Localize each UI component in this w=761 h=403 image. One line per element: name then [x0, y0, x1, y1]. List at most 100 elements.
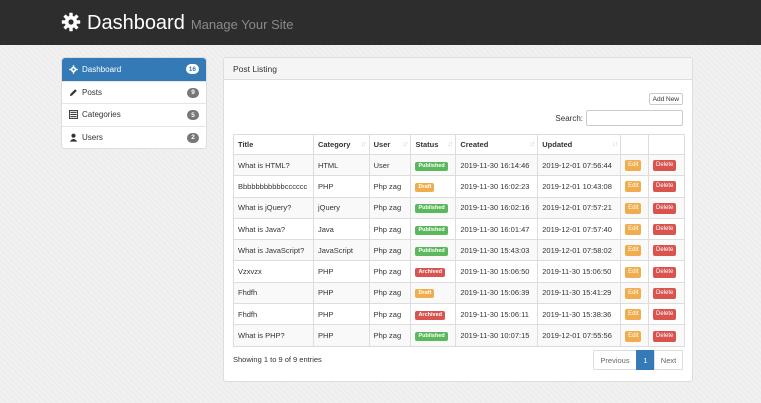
- sidebar-item-users[interactable]: Users 2: [62, 125, 206, 149]
- next-button[interactable]: Next: [654, 350, 683, 370]
- title-cell: What is PHP?: [233, 324, 314, 347]
- table-row: What is PHP? PHP Php zag Published 2019-11-3…: [233, 324, 685, 347]
- search-input[interactable]: [586, 110, 683, 126]
- edit-button[interactable]: Edit: [625, 224, 642, 236]
- edit-cell: Edit: [620, 175, 650, 198]
- delete-button[interactable]: Delete: [653, 160, 677, 172]
- sidebar-item-dashboard[interactable]: Dashboard 16: [62, 58, 206, 81]
- title-cell: What is jQuery?: [233, 196, 314, 219]
- updated-cell: 2019-11-30 15:38:36: [537, 303, 622, 326]
- add-new-button[interactable]: Add New: [648, 93, 683, 105]
- created-cell: 2019-11-30 15:43:03: [455, 239, 539, 262]
- pencil-icon: [69, 88, 78, 97]
- sidebar-item-categories[interactable]: Categories 5: [62, 103, 206, 126]
- edit-cell: Edit: [620, 196, 650, 219]
- status-cell: Published: [410, 217, 457, 241]
- previous-button[interactable]: Previous: [593, 350, 637, 370]
- delete-button[interactable]: Delete: [653, 287, 677, 299]
- user-cell: Php zag: [368, 175, 412, 198]
- column-header-category[interactable]: Category ↓↑: [312, 134, 370, 155]
- title-cell: What is HTML?: [233, 153, 314, 177]
- column-header-updated[interactable]: Updated ↓↑: [537, 134, 622, 155]
- posts-table: Title Category ↓↑ User ↓↑ Status ↓↑ Created…: [233, 134, 685, 347]
- status-badge: Archived: [415, 268, 445, 278]
- user-cell: Php zag: [368, 196, 412, 219]
- status-badge: Draft: [415, 289, 435, 299]
- edit-button[interactable]: Edit: [625, 330, 642, 342]
- edit-button[interactable]: Edit: [625, 245, 642, 257]
- delete-button[interactable]: Delete: [653, 330, 677, 342]
- delete-cell: Delete: [648, 153, 685, 177]
- column-header-created[interactable]: Created ↓↑: [455, 134, 539, 155]
- edit-button[interactable]: Edit: [625, 287, 642, 299]
- app-subtitle: Manage Your Site: [190, 17, 294, 32]
- column-header-title[interactable]: Title: [233, 134, 314, 155]
- status-cell: Published: [410, 239, 457, 262]
- status-badge: Published: [415, 161, 448, 171]
- category-cell: Java: [312, 217, 370, 241]
- title-cell: Bbbbbbbbbbbcccccc: [233, 175, 314, 198]
- entries-info: Showing 1 to 9 of 9 entries: [233, 355, 322, 364]
- column-header-user[interactable]: User ↓↑: [368, 134, 412, 155]
- brand[interactable]: Dashboard Manage Your Site: [61, 9, 293, 35]
- table-row: Bbbbbbbbbbbcccccc PHP Php zag Draft 2019-11-…: [233, 175, 685, 198]
- title-cell: Fhdfh: [233, 281, 314, 305]
- column-header-status[interactable]: Status ↓↑: [410, 134, 457, 155]
- updated-cell: 2019-12-01 07:56:44: [537, 153, 622, 177]
- user-cell: Php zag: [368, 303, 412, 326]
- table-row: What is JavaScript? JavaScript Php zag Publ…: [233, 239, 685, 262]
- delete-button[interactable]: Delete: [653, 224, 677, 236]
- count-badge: 9: [187, 87, 199, 98]
- sidebar-item-posts[interactable]: Posts 9: [62, 80, 206, 104]
- column-header-edit: [620, 134, 650, 155]
- edit-cell: Edit: [620, 239, 650, 262]
- sidebar-item-label: Categories: [82, 110, 121, 120]
- table-row: What is jQuery? jQuery Php zag Published 201…: [233, 196, 685, 219]
- delete-cell: Delete: [648, 303, 685, 326]
- table-row: Vzxvzx PHP Php zag Archived 2019-11-30 15:06…: [233, 260, 685, 283]
- user-cell: Php zag: [368, 281, 412, 305]
- created-cell: 2019-11-30 15:06:39: [455, 281, 539, 305]
- status-badge: Archived: [415, 310, 445, 320]
- category-cell: PHP: [312, 260, 370, 283]
- created-cell: 2019-11-30 16:02:23: [455, 175, 539, 198]
- status-cell: Archived: [410, 260, 457, 283]
- status-badge: Published: [415, 204, 448, 214]
- delete-button[interactable]: Delete: [653, 181, 677, 193]
- edit-button[interactable]: Edit: [625, 181, 642, 193]
- edit-cell: Edit: [620, 153, 650, 177]
- title-cell: What is JavaScript?: [233, 239, 314, 262]
- gear-icon: [69, 65, 78, 74]
- edit-cell: Edit: [620, 217, 650, 241]
- sidebar-item-label: Dashboard: [82, 64, 122, 74]
- category-cell: PHP: [312, 175, 370, 198]
- title-cell: What is Java?: [233, 217, 314, 241]
- created-cell: 2019-11-30 16:02:16: [455, 196, 539, 219]
- count-badge: 2: [187, 132, 199, 143]
- app-title: Dashboard: [87, 12, 185, 34]
- user-cell: Php zag: [368, 217, 412, 241]
- created-cell: 2019-11-30 15:06:50: [455, 260, 539, 283]
- delete-button[interactable]: Delete: [653, 266, 677, 278]
- category-cell: jQuery: [312, 196, 370, 219]
- edit-button[interactable]: Edit: [625, 309, 642, 321]
- delete-button[interactable]: Delete: [653, 202, 677, 214]
- category-cell: JavaScript: [312, 239, 370, 262]
- edit-button[interactable]: Edit: [625, 202, 642, 214]
- edit-button[interactable]: Edit: [625, 160, 642, 172]
- edit-button[interactable]: Edit: [625, 266, 642, 278]
- updated-cell: 2019-11-30 15:06:50: [537, 260, 622, 283]
- title-cell: Vzxvzx: [233, 260, 314, 283]
- page-1-button[interactable]: 1: [636, 350, 655, 370]
- sort-icon: ↓↑: [612, 141, 618, 148]
- delete-button[interactable]: Delete: [653, 309, 677, 321]
- gear-icon: [61, 12, 81, 32]
- created-cell: 2019-11-30 10:07:15: [455, 324, 539, 347]
- column-header-delete: [648, 134, 685, 155]
- table-row: What is HTML? HTML User Published 2019-11-30…: [233, 153, 685, 177]
- post-listing-panel: Post Listing Add New Search: Title Categ…: [223, 57, 693, 382]
- delete-button[interactable]: Delete: [653, 245, 677, 257]
- edit-cell: Edit: [620, 281, 650, 305]
- sidebar-item-label: Posts: [82, 87, 103, 97]
- table-row: Fhdfh PHP Php zag Archived 2019-11-30 15:06:…: [233, 303, 685, 326]
